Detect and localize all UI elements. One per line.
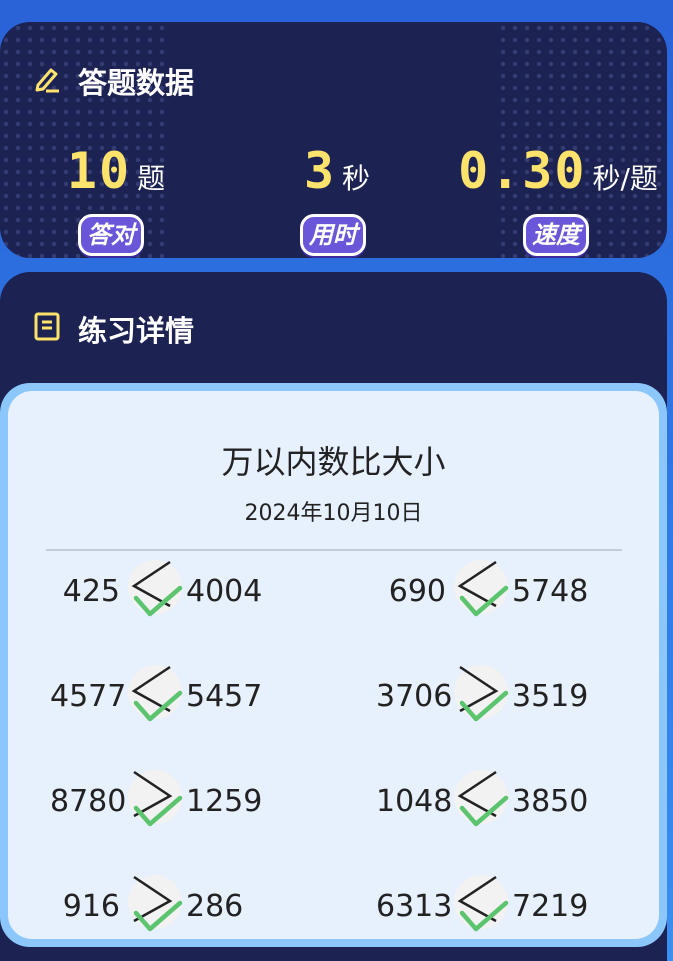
stat-speed-unit: 秒/题	[592, 162, 658, 195]
answer-symbol[interactable]	[448, 556, 510, 626]
problem-row: 8780 1259	[50, 766, 266, 836]
worksheet-paper: 万以内数比大小 2024年10月10日 425 4004 690 5748 4577 54…	[8, 391, 659, 939]
worksheet-title: 万以内数比大小	[221, 443, 446, 481]
right-number: 7219	[512, 888, 589, 924]
answer-symbol[interactable]	[122, 556, 184, 626]
right-number: 5457	[186, 678, 263, 714]
answer-symbol[interactable]	[122, 766, 184, 836]
right-number: 4004	[186, 573, 263, 609]
stat-speed: 0.30 秒/题	[458, 146, 658, 197]
stat-correct-unit: 题	[137, 162, 166, 195]
pencil-icon	[32, 63, 62, 100]
right-number: 3850	[512, 783, 589, 819]
stat-correct-value: 10	[66, 142, 132, 200]
answer-symbol[interactable]	[448, 871, 510, 939]
problem-row: 425 4004	[50, 556, 266, 626]
stat-speed-label: 速度	[523, 214, 589, 256]
right-number: 1259	[186, 783, 263, 819]
left-number: 1048	[376, 783, 453, 819]
left-number: 6313	[376, 888, 453, 924]
problem-row: 6313 7219	[376, 871, 592, 939]
problem-row: 690 5748	[376, 556, 592, 626]
answer-symbol[interactable]	[122, 871, 184, 939]
right-number: 286	[186, 888, 244, 924]
stat-correct-label: 答对	[78, 214, 144, 256]
details-title: 练习详情	[78, 314, 195, 348]
left-number: 425	[62, 573, 120, 609]
right-number: 3519	[512, 678, 589, 714]
stat-time-label: 用时	[300, 214, 366, 256]
document-icon	[32, 311, 62, 348]
problem-row: 4577 5457	[50, 661, 266, 731]
left-number: 916	[62, 888, 120, 924]
problem-row: 916 286	[50, 871, 266, 939]
worksheet-date: 2024年10月10日	[244, 501, 423, 526]
stat-time: 3 秒	[304, 146, 370, 197]
answer-symbol[interactable]	[122, 661, 184, 731]
summary-title: 答题数据	[78, 66, 195, 100]
right-number: 5748	[512, 573, 589, 609]
answer-summary-card: 答题数据 10 题 答对 3 秒 用时 0.30 秒/题 速度	[0, 22, 667, 258]
answer-symbol[interactable]	[448, 766, 510, 836]
stat-time-value: 3	[303, 142, 337, 200]
left-number: 8780	[50, 783, 127, 819]
left-number: 4577	[50, 678, 127, 714]
answer-symbol[interactable]	[448, 661, 510, 731]
stat-time-unit: 秒	[342, 162, 371, 195]
details-header: 练习详情	[32, 308, 194, 350]
summary-header: 答题数据	[32, 60, 194, 102]
problem-row: 1048 3850	[376, 766, 592, 836]
stat-correct: 10 题	[67, 146, 165, 197]
left-number: 3706	[376, 678, 453, 714]
left-number: 690	[388, 573, 446, 609]
worksheet[interactable]: 万以内数比大小 2024年10月10日 425 4004 690 5748 4577 54…	[0, 383, 667, 947]
stat-speed-value: 0.30	[458, 142, 587, 200]
divider	[46, 549, 622, 551]
problem-row: 3706 3519	[376, 661, 592, 731]
